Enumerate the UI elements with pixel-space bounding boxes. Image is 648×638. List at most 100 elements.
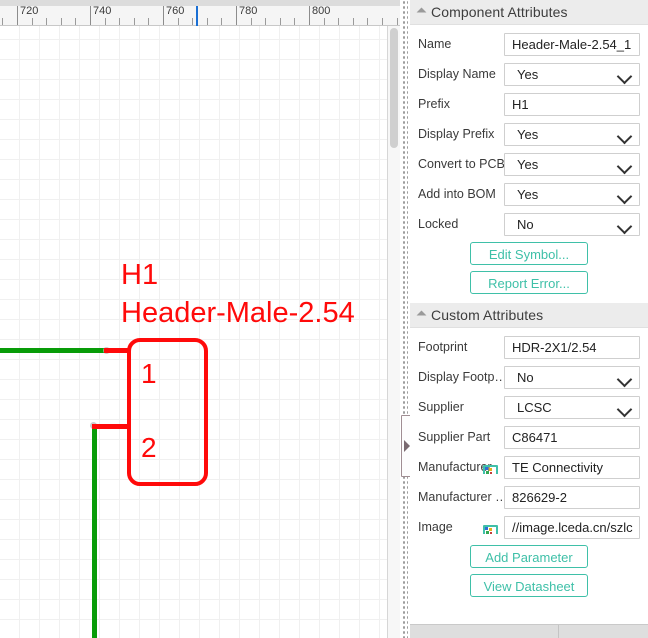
horizontal-ruler[interactable]: 720 740 760 780 800 bbox=[0, 0, 400, 26]
attribute-value: No bbox=[517, 216, 534, 232]
chevron-down-icon[interactable] bbox=[616, 68, 633, 84]
attribute-label: Manufacturer bbox=[418, 460, 504, 474]
chevron-down-icon[interactable] bbox=[616, 371, 633, 387]
ruler-tick-minor bbox=[324, 18, 325, 25]
image-link-icon[interactable] bbox=[483, 465, 498, 474]
pin-number-1: 1 bbox=[141, 358, 157, 389]
attribute-label: Supplier Part bbox=[418, 430, 491, 444]
symbol-prefix-label[interactable]: H1 bbox=[121, 260, 158, 291]
attribute-input[interactable]: C86471 bbox=[504, 425, 640, 449]
ruler-tick-label: 720 bbox=[20, 5, 39, 17]
schematic-sheet[interactable]: 1 2 H1 Header-Male-2.54 bbox=[0, 26, 400, 638]
ruler-tick-minor bbox=[382, 18, 383, 25]
attribute-select[interactable]: Yes bbox=[504, 62, 640, 86]
ruler-tick-minor bbox=[148, 18, 149, 25]
attribute-input[interactable]: 826629-2 bbox=[504, 485, 640, 509]
ruler-tick-minor bbox=[251, 18, 252, 25]
attribute-input[interactable]: //image.lceda.cn/szlc bbox=[504, 515, 640, 539]
ruler-tick-minor bbox=[46, 18, 47, 25]
attribute-row: Manufacturer … 826629-2 bbox=[410, 482, 648, 512]
ruler-tick-label: 800 bbox=[312, 5, 331, 17]
attribute-input[interactable]: HDR-2X1/2.54 bbox=[504, 335, 640, 359]
wire-pin2-vertical[interactable] bbox=[92, 424, 97, 638]
ruler-tick-minor bbox=[2, 18, 3, 25]
ruler-tick-major bbox=[163, 6, 164, 25]
attribute-select[interactable]: Yes bbox=[504, 182, 640, 206]
attribute-label: Locked bbox=[418, 217, 459, 231]
ruler-tick-label: 760 bbox=[166, 5, 185, 17]
ruler-tick-minor bbox=[367, 18, 368, 25]
symbol-name-label[interactable]: Header-Male-2.54 bbox=[121, 298, 355, 329]
ruler-top-cap bbox=[0, 0, 400, 6]
canvas-vertical-scrollbar-thumb[interactable] bbox=[390, 28, 398, 148]
attribute-select[interactable]: No bbox=[504, 365, 640, 389]
attribute-value: TE Connectivity bbox=[512, 459, 604, 475]
attribute-select[interactable]: Yes bbox=[504, 122, 640, 146]
panel-bottom-bar bbox=[410, 624, 648, 638]
component-attributes-header[interactable]: Component Attributes bbox=[410, 0, 648, 25]
chevron-down-icon[interactable] bbox=[616, 128, 633, 144]
ruler-tick-major bbox=[17, 6, 18, 25]
chevron-down-icon[interactable] bbox=[616, 158, 633, 174]
attribute-value: Yes bbox=[517, 156, 539, 172]
attribute-select[interactable]: No bbox=[504, 212, 640, 236]
attribute-label: Manufacturer … bbox=[418, 490, 504, 504]
ruler-tick-minor bbox=[397, 18, 398, 25]
easyeda-schematic-editor: 720 740 760 780 800 1 2 H1 Header-Male-2.54 bbox=[0, 0, 648, 638]
add-parameter-button[interactable]: Add Parameter bbox=[470, 545, 588, 568]
canvas-vertical-scrollbar[interactable] bbox=[387, 26, 400, 638]
attribute-value: LCSC bbox=[517, 399, 552, 415]
pin-number-2: 2 bbox=[141, 432, 157, 463]
ruler-tick-label: 740 bbox=[93, 5, 112, 17]
component-attributes-rows: Name Header-Male-2.54_1 Display Name Yes Pre… bbox=[410, 25, 648, 239]
ruler-tick-minor bbox=[178, 18, 179, 25]
pin2-lead[interactable] bbox=[92, 424, 130, 429]
custom-attributes-title: Custom Attributes bbox=[431, 307, 544, 323]
attribute-select[interactable]: Yes bbox=[504, 152, 640, 176]
chevron-collapse-icon[interactable] bbox=[416, 7, 427, 17]
ruler-cursor-indicator bbox=[196, 6, 198, 26]
custom-attributes-header[interactable]: Custom Attributes bbox=[410, 303, 648, 328]
attribute-select[interactable]: LCSC bbox=[504, 395, 640, 419]
ruler-tick-minor bbox=[32, 18, 33, 25]
chevron-down-icon[interactable] bbox=[616, 188, 633, 204]
attribute-row: Locked No bbox=[410, 209, 648, 239]
attribute-row: Supplier LCSC bbox=[410, 392, 648, 422]
ruler-tick-minor bbox=[119, 18, 120, 25]
button-row: Add Parameter bbox=[410, 542, 648, 571]
chevron-down-icon[interactable] bbox=[616, 218, 633, 234]
chevron-collapse-icon[interactable] bbox=[416, 310, 427, 320]
edit-symbol-button[interactable]: Edit Symbol... bbox=[470, 242, 588, 265]
button-row: Edit Symbol... bbox=[410, 239, 648, 268]
attribute-label: Name bbox=[418, 37, 452, 51]
chevron-down-icon[interactable] bbox=[616, 401, 633, 417]
image-link-icon[interactable] bbox=[483, 525, 498, 534]
ruler-tick-minor bbox=[105, 18, 106, 25]
ruler-tick-major bbox=[90, 6, 91, 25]
ruler-tick-minor bbox=[353, 18, 354, 25]
attribute-row: Manufacturer TE Connectivity bbox=[410, 452, 648, 482]
component-symbol-body[interactable] bbox=[127, 338, 208, 486]
attribute-value: C86471 bbox=[512, 429, 558, 445]
wire-pin1-horizontal[interactable] bbox=[0, 348, 106, 353]
attribute-row: Convert to PCB Yes bbox=[410, 149, 648, 179]
ruler-tick-minor bbox=[207, 18, 208, 25]
button-row: Report Error... bbox=[410, 268, 648, 297]
view-datasheet-button[interactable]: View Datasheet bbox=[470, 574, 588, 597]
ruler-tick-minor bbox=[265, 18, 266, 25]
ruler-tick-minor bbox=[134, 18, 135, 25]
schematic-canvas[interactable]: 720 740 760 780 800 1 2 H1 Header-Male-2.54 bbox=[0, 0, 400, 638]
report-error-button[interactable]: Report Error... bbox=[470, 271, 588, 294]
attribute-input[interactable]: TE Connectivity bbox=[504, 455, 640, 479]
attribute-value: Yes bbox=[517, 186, 539, 202]
ruler-tick-label: 780 bbox=[239, 5, 258, 17]
attribute-row: Supplier Part C86471 bbox=[410, 422, 648, 452]
attribute-value: Yes bbox=[517, 126, 539, 142]
attribute-label: Display Prefix bbox=[418, 127, 495, 141]
attribute-input[interactable]: H1 bbox=[504, 92, 640, 116]
ruler-tick-minor bbox=[221, 18, 222, 25]
splitter-dot-texture bbox=[402, 0, 408, 638]
panel-bottom-seam bbox=[558, 625, 559, 638]
attribute-row: Name Header-Male-2.54_1 bbox=[410, 29, 648, 59]
attribute-input[interactable]: Header-Male-2.54_1 bbox=[504, 32, 640, 56]
